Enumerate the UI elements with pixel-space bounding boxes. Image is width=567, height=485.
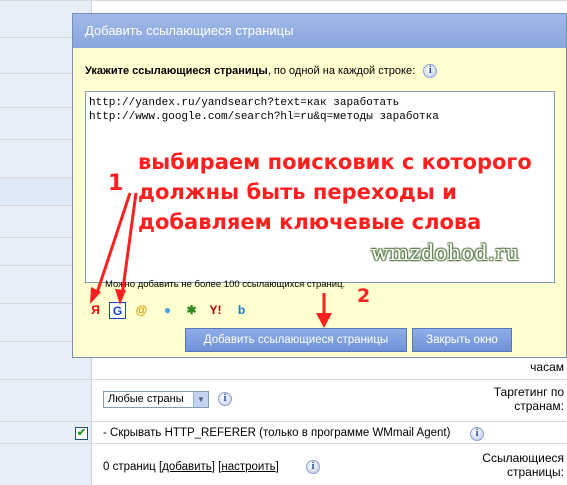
form-row-label: Ссылающиеся страницы: <box>482 451 564 479</box>
dialog-prompt-rest: , по одной на каждой строке: <box>267 64 416 77</box>
engine-icon-яндекс[interactable]: Я <box>87 302 104 319</box>
watermark: wmzdohod.ru <box>371 241 520 265</box>
close-dialog-button[interactable]: Закрыть окно <box>412 328 512 352</box>
geo-targeting-select[interactable]: Любые страны ▼ <box>103 391 209 408</box>
hide-referer-label: - Скрывать HTTP_REFERER (только в програ… <box>103 427 451 439</box>
annotation-marker-1: 1 <box>108 171 124 196</box>
engine-icon-bug[interactable]: ✱ <box>183 302 200 319</box>
engine-icon-mail[interactable]: ● <box>159 302 176 319</box>
annotation-line-2: должны быть переходы и <box>138 180 457 204</box>
info-icon[interactable]: i <box>218 392 232 406</box>
hide-referer-checkbox[interactable]: ✔ <box>75 427 88 440</box>
dialog-title: Добавить ссылающиеся страницы <box>73 14 566 48</box>
engine-icon-rambler[interactable]: @ <box>133 302 150 319</box>
engine-icon-yahoo[interactable]: Y! <box>207 302 224 319</box>
geo-select-value: Любые страны <box>108 393 184 405</box>
form-row-label-cell <box>0 444 92 485</box>
chevron-down-icon[interactable]: ▼ <box>193 392 208 407</box>
ref-pages-add-link[interactable]: добавить <box>162 461 212 473</box>
limit-note: Можно добавить не более 100 ссылающихся … <box>105 279 346 290</box>
ref-pages-line: 0 страниц [добавить] [настроить] <box>103 461 279 473</box>
annotation-text: выбираем поисковик с которого должны быт… <box>138 147 532 237</box>
engine-icon-bing[interactable]: b <box>233 302 250 319</box>
ref-pages-configure-link[interactable]: настроить <box>221 461 275 473</box>
form-row-label-cell <box>0 380 92 421</box>
engine-icon-google[interactable]: G <box>109 302 126 319</box>
ref-pages-count: 0 страниц <box>103 461 156 473</box>
add-pages-button[interactable]: Добавить ссылающиеся страницы <box>185 328 407 352</box>
dialog-prompt: Укажите ссылающиеся страницы, по одной н… <box>85 64 438 78</box>
annotation-line-3: добавляем ключевые слова <box>138 210 482 234</box>
form-row-label: Таргетинг по странам: <box>493 385 564 413</box>
annotation-marker-2: 2 <box>357 285 371 307</box>
info-icon[interactable]: i <box>423 64 438 78</box>
annotation-line-1: выбираем поисковик с которого <box>138 150 532 174</box>
dialog-prompt-bold: Укажите ссылающиеся страницы <box>85 64 268 77</box>
info-icon[interactable]: i <box>306 460 320 474</box>
info-icon[interactable]: i <box>470 427 484 441</box>
